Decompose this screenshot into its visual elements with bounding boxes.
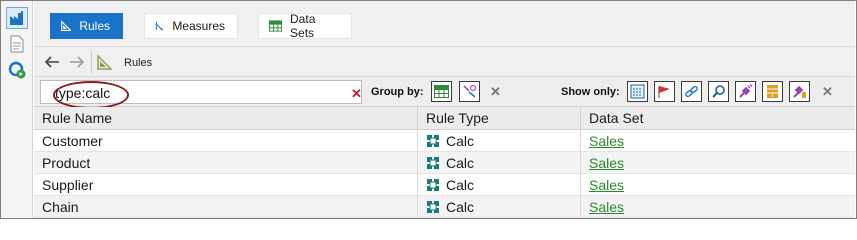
- calc-rule-icon: [427, 157, 439, 169]
- breadcrumb-divider: [91, 51, 92, 73]
- clear-search-icon[interactable]: ✕: [351, 86, 362, 102]
- rules-breadcrumb-icon: [96, 54, 113, 70]
- top-toolbar: Rules Measures Data Sets: [34, 1, 855, 47]
- calc-rule-icon: [427, 201, 439, 213]
- show-only-plug-data-button[interactable]: [789, 81, 810, 102]
- data-set-cell: Sales: [581, 196, 855, 218]
- calc-icon: [630, 84, 645, 99]
- left-rail: [1, 1, 33, 218]
- group-by-rule-type-button[interactable]: [459, 81, 480, 102]
- column-header-rule-type[interactable]: Rule Type: [418, 107, 581, 130]
- data-set-link[interactable]: Sales: [589, 199, 624, 215]
- group-by-table-button[interactable]: [431, 81, 452, 102]
- red-flag-icon: [658, 86, 670, 98]
- clear-show-only-icon[interactable]: ✕: [822, 84, 833, 100]
- table-row[interactable]: Supplier Calc Sales: [34, 174, 855, 196]
- rule-name-cell: Supplier: [34, 174, 418, 196]
- plug-data-icon: [793, 85, 806, 98]
- show-only-flag-button[interactable]: [654, 81, 675, 102]
- show-only-lookup-button[interactable]: [708, 81, 729, 102]
- data-set-cell: Sales: [581, 130, 855, 152]
- rule-type-cell: Calc: [418, 174, 581, 196]
- rule-name-cell: Product: [34, 152, 418, 174]
- data-set-link[interactable]: Sales: [589, 177, 624, 193]
- calc-rule-icon: [427, 179, 439, 191]
- forward-arrow-icon[interactable]: [67, 52, 87, 72]
- rule-type-label: Calc: [446, 155, 475, 171]
- show-only-label: Show only:: [561, 86, 620, 98]
- clear-group-by-icon[interactable]: ✕: [490, 84, 501, 100]
- factory-icon[interactable]: [6, 7, 28, 29]
- rule-type-label: Calc: [446, 177, 475, 193]
- rule-type-cell: Calc: [418, 152, 581, 174]
- breadcrumb-current[interactable]: Rules: [124, 57, 152, 69]
- plug-icon: [739, 84, 753, 98]
- database-icon: 1: [767, 85, 778, 99]
- table-row[interactable]: Customer Calc Sales: [34, 130, 855, 152]
- rules-grid: Rule Name Rule Type Data Set Customer Ca…: [34, 107, 855, 218]
- refresh-play-icon[interactable]: [6, 59, 28, 81]
- table-row[interactable]: Chain Calc Sales: [34, 196, 855, 218]
- rules-icon: [61, 20, 72, 31]
- tab-data-sets-label: Data Sets: [290, 12, 316, 40]
- rule-name-cell: Customer: [34, 130, 418, 152]
- data-sets-icon: [269, 20, 283, 32]
- tab-rules[interactable]: Rules: [50, 13, 123, 39]
- rule-type-label: Calc: [446, 133, 475, 149]
- rule-type-cell: Calc: [418, 130, 581, 152]
- document-icon[interactable]: [6, 33, 28, 55]
- tab-measures-label: Measures: [172, 19, 225, 33]
- back-arrow-icon[interactable]: [42, 52, 62, 72]
- data-set-cell: Sales: [581, 174, 855, 196]
- tab-measures[interactable]: Measures: [144, 13, 238, 39]
- link-icon: [685, 85, 698, 98]
- column-header-rule-name[interactable]: Rule Name: [34, 107, 418, 130]
- measures-icon: [155, 22, 163, 31]
- highlight-oval: [53, 81, 129, 109]
- calc-rule-icon: [427, 135, 439, 147]
- grid-header: Rule Name Rule Type Data Set: [34, 107, 855, 130]
- search-box: ✕: [40, 80, 362, 109]
- data-set-cell: Sales: [581, 152, 855, 174]
- show-only-link-button[interactable]: [681, 81, 702, 102]
- data-set-link[interactable]: Sales: [589, 155, 624, 171]
- tab-data-sets[interactable]: Data Sets: [258, 12, 352, 40]
- data-set-link[interactable]: Sales: [589, 133, 624, 149]
- rule-type-cell: Calc: [418, 196, 581, 218]
- main-content: Rules Measures Data Sets Rules ✕ G: [34, 1, 855, 218]
- group-by-label: Group by:: [371, 86, 424, 98]
- show-only-database-button[interactable]: 1: [762, 81, 783, 102]
- table-icon: [434, 85, 449, 98]
- show-only-plug-button[interactable]: [735, 81, 756, 102]
- filter-bar: ✕ Group by: ✕ Show only: 1: [34, 77, 855, 109]
- table-row[interactable]: Product Calc Sales: [34, 152, 855, 174]
- rule-name-cell: Chain: [34, 196, 418, 218]
- tab-rules-label: Rules: [79, 19, 110, 33]
- column-header-data-set[interactable]: Data Set: [581, 107, 855, 130]
- magnifier-icon: [712, 85, 725, 98]
- navigation-bar: Rules: [34, 47, 855, 77]
- rule-type-icon: [463, 84, 477, 98]
- show-only-calc-button[interactable]: [627, 81, 648, 102]
- rule-type-label: Calc: [446, 199, 475, 215]
